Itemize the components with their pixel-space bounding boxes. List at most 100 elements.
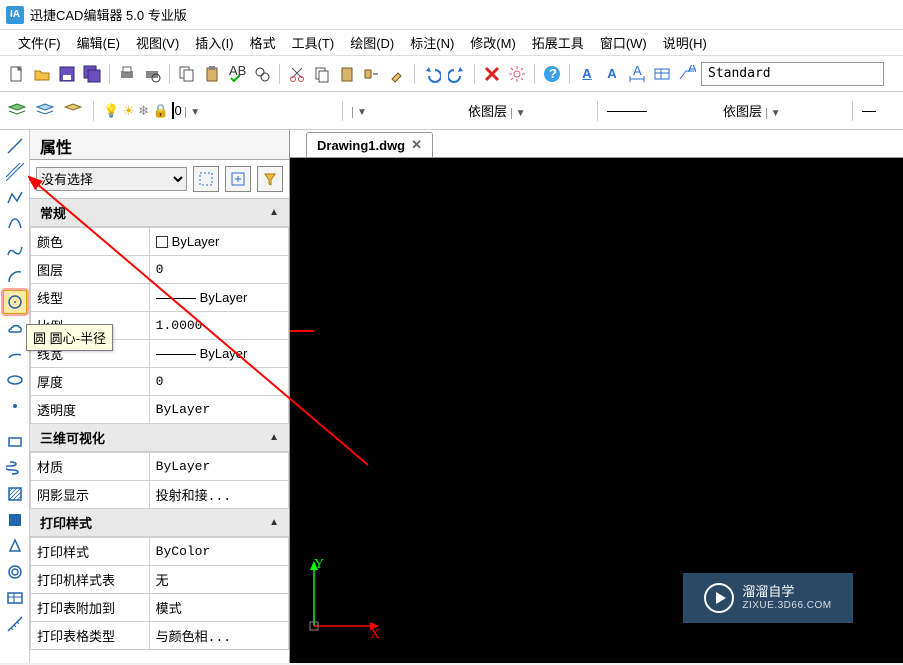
section-general[interactable]: 常规▲: [30, 199, 289, 227]
region-icon[interactable]: [3, 534, 27, 558]
menu-window[interactable]: 窗口(W): [592, 30, 655, 55]
preview-icon[interactable]: [141, 63, 163, 85]
menu-modify[interactable]: 修改(M): [462, 30, 524, 55]
menu-view[interactable]: 视图(V): [128, 30, 187, 55]
table-icon[interactable]: [3, 586, 27, 610]
donut-icon[interactable]: [3, 560, 27, 584]
row-thick-value[interactable]: 0: [149, 368, 288, 396]
revision-cloud-icon[interactable]: [3, 316, 27, 340]
row-lw-value[interactable]: ByLayer: [149, 340, 288, 368]
linetype-bylayer-value: 依图层: [723, 104, 762, 119]
paste2-icon[interactable]: [336, 63, 358, 85]
tablestyle-icon[interactable]: [651, 63, 673, 85]
linetype-combo[interactable]: [607, 103, 717, 118]
drawing-canvas[interactable]: Y X 溜溜自学 ZIXUE.3D66.COM: [290, 158, 903, 663]
layer-prev-icon[interactable]: [62, 100, 84, 122]
collapse-icon: ▲: [269, 207, 279, 218]
point-icon[interactable]: [3, 394, 27, 418]
textstyle-b-icon[interactable]: A: [601, 63, 623, 85]
matchprop-icon[interactable]: [361, 63, 383, 85]
watermark-sub: ZIXUE.3D66.COM: [742, 600, 831, 611]
copy-icon[interactable]: [176, 63, 198, 85]
print-icon[interactable]: [116, 63, 138, 85]
svg-text:?: ?: [549, 66, 557, 81]
row-ptable-value[interactable]: 无: [149, 566, 288, 594]
line-icon[interactable]: [3, 134, 27, 158]
helix-icon[interactable]: [3, 456, 27, 480]
copy2-icon[interactable]: [311, 63, 333, 85]
menu-format[interactable]: 格式: [242, 30, 284, 55]
row-shadow-value[interactable]: 投射和接...: [149, 481, 288, 509]
explode-icon[interactable]: [506, 63, 528, 85]
polygon-icon[interactable]: [3, 212, 27, 236]
menu-edit[interactable]: 编辑(E): [69, 30, 128, 55]
arc-icon[interactable]: [3, 264, 27, 288]
brush-icon[interactable]: [386, 63, 408, 85]
row-pattach-value[interactable]: 模式: [149, 594, 288, 622]
lineweight-combo[interactable]: [862, 103, 882, 118]
menu-dim[interactable]: 标注(N): [402, 30, 462, 55]
saveall-icon[interactable]: [81, 63, 103, 85]
gradient-icon[interactable]: [3, 508, 27, 532]
ellipse-icon[interactable]: [3, 368, 27, 392]
save-icon[interactable]: [56, 63, 78, 85]
hatch-icon[interactable]: [3, 482, 27, 506]
mleader-icon[interactable]: A: [676, 63, 698, 85]
rectangle-icon[interactable]: [3, 430, 27, 454]
close-icon[interactable]: ✕: [411, 137, 422, 153]
spline-icon[interactable]: [3, 238, 27, 262]
measure-icon[interactable]: [3, 612, 27, 636]
properties-scroll[interactable]: 常规▲ 颜色 ByLayer 图层 0 线型 ByLayer 比例 1.0000…: [30, 198, 289, 663]
row-ptabtype-value[interactable]: 与颜色相...: [149, 622, 288, 650]
menu-help[interactable]: 说明(H): [655, 30, 715, 55]
textstyle-a-icon[interactable]: A: [576, 63, 598, 85]
row-layer-value[interactable]: 0: [149, 256, 288, 284]
menu-insert[interactable]: 插入(I): [187, 30, 241, 55]
section-plotstyle[interactable]: 打印样式▲: [30, 509, 289, 537]
properties-toolbar: 没有选择: [30, 160, 289, 198]
toggle-pickadd-icon[interactable]: [193, 166, 219, 192]
menu-file[interactable]: 文件(F): [10, 30, 69, 55]
layer-combo[interactable]: 💡 ☀ ❄ 🔒 0 ▼: [103, 103, 333, 119]
new-icon[interactable]: [6, 63, 28, 85]
select-objects-icon[interactable]: [225, 166, 251, 192]
ellipse-arc-icon[interactable]: [3, 342, 27, 366]
chevron-down-icon[interactable]: ▼: [352, 107, 367, 118]
row-ltscale-value[interactable]: 1.0000: [149, 312, 288, 340]
section-viz3d[interactable]: 三维可视化▲: [30, 424, 289, 452]
polyline-icon[interactable]: [3, 186, 27, 210]
find-icon[interactable]: [251, 63, 273, 85]
chevron-down-icon[interactable]: ▼: [511, 108, 526, 119]
open-icon[interactable]: [31, 63, 53, 85]
row-transp-value[interactable]: ByLayer: [149, 396, 288, 424]
row-ltype-value[interactable]: ByLayer: [149, 284, 288, 312]
delete-icon[interactable]: [481, 63, 503, 85]
spellcheck-icon[interactable]: ABC: [226, 63, 248, 85]
circle-center-radius-icon[interactable]: [3, 290, 27, 314]
linetype-bylayer-combo[interactable]: 依图层 ▼: [723, 101, 843, 120]
layer-manager-icon[interactable]: [6, 100, 28, 122]
xline-icon[interactable]: [3, 160, 27, 184]
tab-drawing1[interactable]: Drawing1.dwg ✕: [306, 132, 433, 157]
quickselect-icon[interactable]: [257, 166, 283, 192]
row-material-value[interactable]: ByLayer: [149, 453, 288, 481]
style-input[interactable]: [701, 62, 884, 86]
dimstyle-icon[interactable]: A: [626, 63, 648, 85]
layer-state-icon[interactable]: [34, 100, 56, 122]
menu-ext[interactable]: 拓展工具: [524, 30, 592, 55]
undo-icon[interactable]: [421, 63, 443, 85]
menu-tools[interactable]: 工具(T): [284, 30, 343, 55]
chevron-down-icon[interactable]: ▼: [766, 108, 781, 119]
redo-icon[interactable]: [446, 63, 468, 85]
color-combo[interactable]: ▼: [352, 103, 462, 118]
row-pstyle-value[interactable]: ByColor: [149, 538, 288, 566]
chevron-down-icon[interactable]: ▼: [185, 107, 200, 118]
ucs-icon: [304, 556, 384, 639]
paste-icon[interactable]: [201, 63, 223, 85]
help-icon[interactable]: ?: [541, 63, 563, 85]
selection-combo[interactable]: 没有选择: [36, 167, 187, 191]
cut-icon[interactable]: [286, 63, 308, 85]
color-bylayer-combo[interactable]: 依图层 ▼: [468, 101, 588, 120]
menu-draw[interactable]: 绘图(D): [342, 30, 402, 55]
row-color-value[interactable]: ByLayer: [149, 228, 288, 256]
